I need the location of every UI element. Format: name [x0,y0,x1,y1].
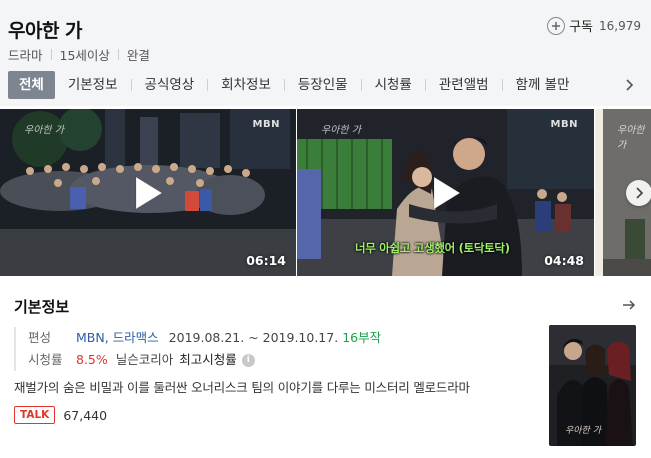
age-rating: 15세이상 [59,48,110,63]
talk-badge: TALK [14,406,56,424]
info-rows: 편성 MBN, 드라맥스 2019.08.21. ~ 2019.10.17. 1… [14,327,381,371]
tab-bar: 전체 기본정보 공식영상 회차정보 등장인물 시청률 관련앨범 함께 볼만 [8,71,628,99]
video-watermark: 우아한 가 [617,125,645,151]
rating-source: 닐슨코리아 [115,352,174,367]
talk-area[interactable]: TALK 67,440 [14,406,107,424]
video-watermark: 우아한 가 [321,125,361,136]
channel-logo: MBN [550,119,578,130]
tab-all[interactable]: 전체 [8,71,55,99]
episode-count: 16부작 [342,330,382,345]
rating-label: 시청률 [28,352,63,367]
rating-note: 최고시청률 [179,352,237,367]
program-description: 재벌가의 숨은 비밀과 이를 둘러싼 오너리스크 팀의 이야기를 다루는 미스터… [14,380,470,395]
plus-icon [547,16,566,35]
video-carousel: 우아한 가 MBN 06:14 우아한 가 MBN 너무 아쉽고 고생했어 (토… [0,109,651,276]
tab-album[interactable]: 관련앨범 [426,71,502,99]
air-dates: 2019.08.21. ~ 2019.10.17. [168,330,339,345]
tab-basic-info[interactable]: 기본정보 [55,71,131,99]
poster-title: 우아한 가 [565,426,601,436]
info-icon[interactable]: i [241,353,255,367]
broadcaster-link[interactable]: MBN, 드라맥스 [76,327,159,349]
subscribe-button[interactable]: 구독 16,979 [547,16,641,35]
program-poster[interactable]: 우아한 가 [549,325,636,446]
video-duration: 04:48 [544,253,584,268]
section-title[interactable]: 기본정보 [14,296,69,317]
channel-logo: MBN [252,119,280,130]
tab-ratings[interactable]: 시청률 [362,71,425,99]
arrow-right-icon[interactable] [621,297,637,313]
divider [50,49,52,60]
broadcast-row: 편성 MBN, 드라맥스 2019.08.21. ~ 2019.10.17. 1… [28,327,381,349]
rating-row: 시청률 8.5% 닐슨코리아 최고시청률 i [28,349,381,371]
status: 완결 [126,48,150,63]
chevron-right-icon[interactable] [621,77,637,93]
basic-info-section: 기본정보 편성 MBN, 드라맥스 2019.08.21. ~ 2019.10.… [0,276,651,458]
video-thumbnail[interactable]: 우아한 가 MBN 너무 아쉽고 고생했어 (토닥토닥) 04:48 [297,109,594,276]
program-meta: 드라마 15세이상 완결 [8,45,150,64]
subscribe-label: 구독 [569,20,593,35]
broadcast-label: 편성 [28,330,52,345]
tab-fade [570,71,620,99]
subscriber-count: 16,979 [599,18,641,33]
tab-official-video[interactable]: 공식영상 [132,71,208,99]
video-watermark: 우아한 가 [24,125,64,136]
tab-episodes[interactable]: 회차정보 [208,71,284,99]
chevron-right-icon [636,187,644,199]
video-duration: 06:14 [246,253,286,268]
header-area: 우아한 가 구독 16,979 드라마 15세이상 완결 전체 기본정보 공식영… [0,0,651,106]
play-icon[interactable] [430,175,462,215]
tab-cast[interactable]: 등장인물 [285,71,361,99]
divider [117,49,119,60]
play-icon[interactable] [132,175,164,215]
page-title: 우아한 가 [8,20,83,42]
talk-count: 67,440 [63,407,108,423]
carousel-next-button[interactable] [626,180,651,206]
video-subtitle: 너무 아쉽고 고생했어 (토닥토닥) [355,241,510,255]
genre: 드라마 [8,48,43,63]
rating-value: 8.5% [76,352,108,367]
video-thumbnail[interactable]: 우아한 가 MBN 06:14 [0,109,296,276]
